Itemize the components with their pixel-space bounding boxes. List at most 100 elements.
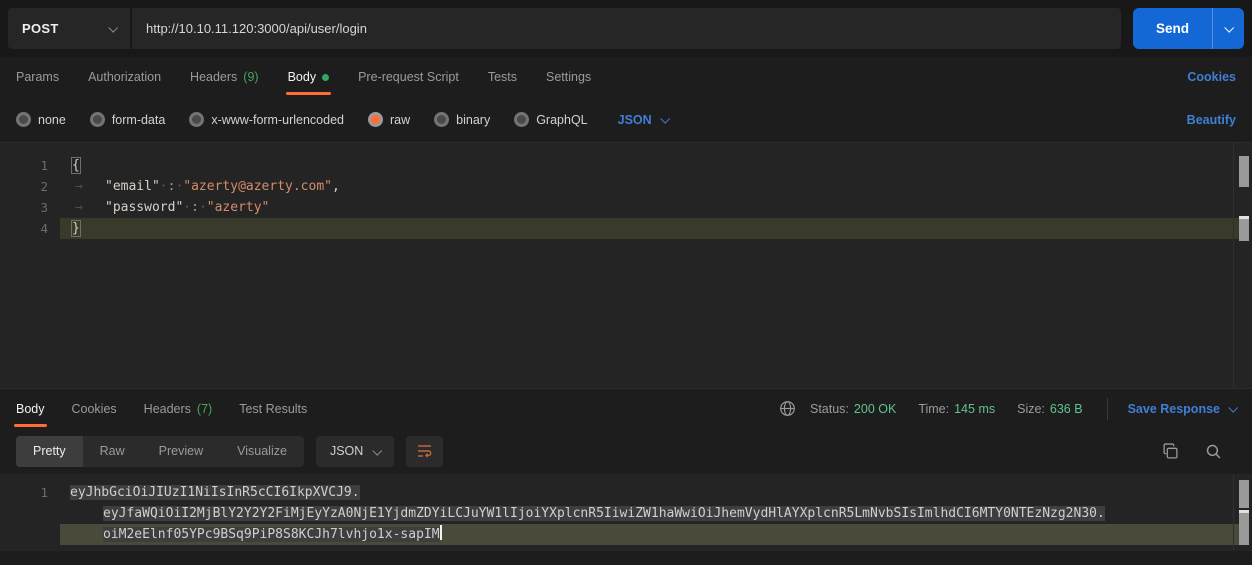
send-options-button[interactable] [1212, 8, 1244, 49]
chevron-down-icon [660, 114, 670, 124]
tab-authorization[interactable]: Authorization [88, 57, 161, 97]
colon: : [191, 200, 199, 215]
copy-icon[interactable] [1162, 443, 1179, 460]
tab-label: Test Results [239, 402, 307, 416]
scrollbar-thumb[interactable] [1239, 513, 1249, 545]
radio-none[interactable]: none [16, 112, 66, 127]
beautify-link[interactable]: Beautify [1187, 113, 1236, 127]
size-pair: Size: 636 B [1017, 402, 1082, 416]
radio-binary[interactable]: binary [434, 112, 490, 127]
line-number: 1 [0, 482, 48, 503]
chevron-down-icon [1224, 23, 1234, 33]
line-number [0, 503, 48, 524]
time-pair: Time: 145 ms [918, 402, 995, 416]
request-tabs: Params Authorization Headers (9) Body Pr… [0, 57, 1252, 97]
response-format-select[interactable]: JSON [316, 436, 394, 467]
cookies-link[interactable]: Cookies [1187, 70, 1236, 84]
response-line: eyJfaWQiOiI2MjBlY2Y2Y2FiMjEyYzA0NjE1Yjdm… [0, 503, 1252, 524]
status-pair: Status: 200 OK [810, 402, 896, 416]
response-tab-cookies[interactable]: Cookies [72, 389, 117, 429]
globe-icon[interactable] [779, 400, 796, 417]
response-body-editor[interactable]: 1 eyJhbGciOiJIUzI1NiIsInR5cCI6IkpXVCJ9. … [0, 474, 1252, 565]
radio-label: x-www-form-urlencoded [211, 113, 344, 127]
indent-marker-icon: → [72, 197, 105, 218]
scrollbar-thumb[interactable] [1239, 156, 1249, 187]
jwt-segment: eyJfaWQiOiI2MjBlY2Y2Y2FiMjEyYzA0NjE1Yjdm… [103, 506, 1105, 521]
tab-label: Body [288, 70, 317, 84]
chevron-down-icon [108, 23, 118, 33]
request-bar: POST Send [0, 0, 1252, 57]
tab-label: Cookies [72, 402, 117, 416]
json-value: "azerty" [207, 200, 270, 215]
radio-graphql[interactable]: GraphQL [514, 112, 587, 127]
send-button[interactable]: Send [1133, 8, 1212, 49]
time-label: Time: [918, 402, 949, 416]
time-value: 145 ms [954, 402, 995, 416]
response-header: Body Cookies Headers (7) Test Results St… [0, 388, 1252, 428]
raw-format-select[interactable]: JSON [618, 113, 668, 127]
scrollbar-thumb[interactable] [1239, 480, 1249, 508]
view-mode-segmented-control: Pretty Raw Preview Visualize [16, 436, 304, 467]
response-tab-test-results[interactable]: Test Results [239, 389, 307, 429]
radio-selected-icon [368, 112, 383, 127]
radio-label: form-data [112, 113, 166, 127]
jwt-segment: oiM2eElnf05YPc9BSq9PiP8S8KCJh7lvhjo1x-sa… [103, 527, 440, 542]
line-number: 2 [0, 176, 48, 197]
request-body-editor[interactable]: 1 { 2 →"email"·:·"azerty@azerty.com", 3 … [0, 142, 1252, 388]
radio-form-data[interactable]: form-data [90, 112, 166, 127]
tab-label: Params [16, 70, 59, 84]
chevron-down-icon [373, 445, 383, 455]
status-value: 200 OK [854, 402, 896, 416]
view-raw[interactable]: Raw [83, 436, 142, 467]
close-brace: } [72, 221, 80, 236]
tab-settings[interactable]: Settings [546, 57, 591, 97]
view-visualize[interactable]: Visualize [220, 436, 304, 467]
save-response-button[interactable]: Save Response [1128, 402, 1236, 416]
editor-scrollbar[interactable] [1233, 143, 1252, 388]
headers-count-badge: (7) [197, 402, 212, 416]
tab-tests[interactable]: Tests [488, 57, 517, 97]
ws-dot: · [199, 200, 207, 215]
tab-body[interactable]: Body [288, 57, 330, 97]
radio-label: GraphQL [536, 113, 587, 127]
tab-params[interactable]: Params [16, 57, 59, 97]
response-actions [1162, 443, 1236, 460]
tab-headers[interactable]: Headers (9) [190, 57, 259, 97]
response-tab-body[interactable]: Body [16, 389, 45, 429]
radio-raw[interactable]: raw [368, 112, 410, 127]
radio-label: raw [390, 113, 410, 127]
text-cursor [440, 525, 442, 540]
method-select[interactable]: POST [8, 8, 130, 49]
postman-app: POST Send Params Authorization Headers (… [0, 0, 1252, 565]
wrap-text-button[interactable] [406, 436, 443, 467]
view-pretty[interactable]: Pretty [16, 436, 83, 467]
editor-line-current: 4 } [0, 218, 1252, 239]
response-scrollbar[interactable] [1233, 474, 1252, 551]
response-line: 1 eyJhbGciOiJIUzI1NiIsInR5cCI6IkpXVCJ9. [0, 482, 1252, 503]
response-meta: Status: 200 OK Time: 145 ms Size: 636 B … [779, 398, 1236, 420]
line-number: 3 [0, 197, 48, 218]
radio-icon [90, 112, 105, 127]
scrollbar-thumb[interactable] [1239, 219, 1249, 241]
body-type-options: none form-data x-www-form-urlencoded raw… [0, 97, 1252, 142]
search-icon[interactable] [1205, 443, 1222, 460]
url-input[interactable] [132, 8, 1121, 49]
jwt-segment: eyJhbGciOiJIUzI1NiIsInR5cCI6IkpXVCJ9. [70, 485, 360, 500]
radio-icon [434, 112, 449, 127]
format-label: JSON [330, 444, 363, 458]
size-label: Size: [1017, 402, 1045, 416]
tab-pre-request-script[interactable]: Pre-request Script [358, 57, 459, 97]
radio-icon [16, 112, 31, 127]
radio-label: binary [456, 113, 490, 127]
indent-marker-icon: → [72, 176, 105, 197]
size-value: 636 B [1050, 402, 1083, 416]
json-key: "email" [105, 179, 160, 194]
radio-x-www-form-urlencoded[interactable]: x-www-form-urlencoded [189, 112, 344, 127]
line-number: 4 [0, 218, 48, 239]
response-tab-headers[interactable]: Headers (7) [144, 389, 213, 429]
tab-label: Pre-request Script [358, 70, 459, 84]
send-split-button: Send [1133, 8, 1244, 49]
editor-line: 1 { [0, 155, 1252, 176]
response-line-current: oiM2eElnf05YPc9BSq9PiP8S8KCJh7lvhjo1x-sa… [0, 524, 1252, 545]
view-preview[interactable]: Preview [142, 436, 220, 467]
